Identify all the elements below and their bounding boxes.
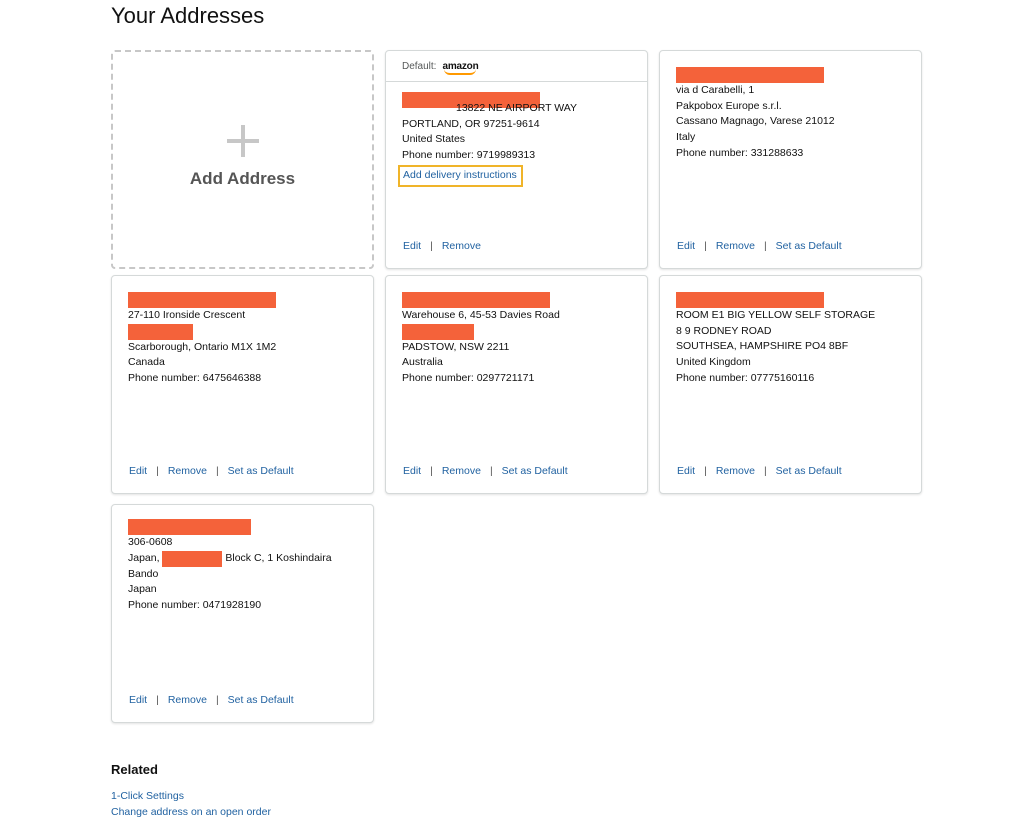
set-as-default-link[interactable]: Set as Default <box>228 465 294 477</box>
address-card-default: Default: amazon 13822 NE AIRPORT WAY POR… <box>385 50 648 269</box>
edit-link[interactable]: Edit <box>403 240 421 252</box>
address-line: United Kingdom <box>676 356 751 369</box>
separator: | <box>704 465 707 477</box>
redacted-field <box>128 323 193 340</box>
address-actions: Edit | Remove | Set as Default <box>677 240 842 252</box>
address-line: Italy <box>676 131 696 144</box>
address-card-australia: Warehouse 6, 45-53 Davies Road PADSTOW, … <box>385 275 648 494</box>
default-label: Default: <box>402 60 437 72</box>
address-card-japan: 306-0608 Japan, Block C, 1 Koshindaira B… <box>111 504 374 723</box>
redacted-name <box>676 67 824 83</box>
change-address-open-order-link[interactable]: Change address on an open order <box>111 806 271 818</box>
remove-link[interactable]: Remove <box>716 465 755 477</box>
address-line: PORTLAND, OR 97251-9614 <box>402 117 540 130</box>
redacted-name <box>676 292 824 308</box>
address-line: Australia <box>402 356 443 369</box>
redacted-name <box>402 292 550 308</box>
address-block: via d Carabelli, 1 Pakpobox Europe s.r.l… <box>676 67 911 162</box>
set-as-default-link[interactable]: Set as Default <box>776 240 842 252</box>
address-line: Scarborough, Ontario M1X 1M2 <box>128 340 277 353</box>
separator: | <box>704 240 707 252</box>
address-line: Phone number: 331288633 <box>676 146 804 159</box>
set-as-default-link[interactable]: Set as Default <box>776 465 842 477</box>
separator: | <box>156 694 159 706</box>
edit-link[interactable]: Edit <box>129 694 147 706</box>
separator: | <box>215 694 219 706</box>
address-line: 8 9 RODNEY ROAD <box>676 324 772 337</box>
address-card-canada: 27-110 Ironside Crescent Scarborough, On… <box>111 275 374 494</box>
address-line: Phone number: 0471928190 <box>128 599 262 612</box>
address-line: 306-0608 <box>128 536 173 548</box>
address-block: 27-110 Ironside Crescent Scarborough, On… <box>128 292 363 387</box>
address-line: Japan, <box>128 551 160 564</box>
address-line: Phone number: 9719989313 <box>402 149 536 162</box>
address-line: ROOM E1 BIG YELLOW SELF STORAGE <box>676 309 876 321</box>
edit-link[interactable]: Edit <box>677 240 695 252</box>
related-heading: Related <box>111 762 158 777</box>
set-as-default-link[interactable]: Set as Default <box>228 694 294 706</box>
edit-link[interactable]: Edit <box>403 465 421 477</box>
address-line: 13822 NE AIRPORT WAY <box>456 102 577 114</box>
add-address-card[interactable]: Add Address <box>111 50 374 269</box>
redacted-field <box>402 323 474 340</box>
address-line: 27-110 Ironside Crescent <box>128 309 246 321</box>
set-as-default-link[interactable]: Set as Default <box>502 465 568 477</box>
delivery-instructions-highlight: Add delivery instructions <box>398 164 523 187</box>
address-block: 306-0608 Japan, Block C, 1 Koshindaira B… <box>128 519 363 614</box>
address-card-uk: ROOM E1 BIG YELLOW SELF STORAGE 8 9 RODN… <box>659 275 922 494</box>
address-line: Japan <box>128 583 157 596</box>
address-line: Phone number: 6475646388 <box>128 372 262 385</box>
redacted-name <box>128 519 251 535</box>
page-title: Your Addresses <box>111 3 265 28</box>
plus-icon <box>226 124 259 157</box>
separator: | <box>430 240 433 252</box>
address-line: Bando <box>128 567 159 580</box>
address-block: Warehouse 6, 45-53 Davies Road PADSTOW, … <box>402 292 637 387</box>
separator: | <box>430 465 433 477</box>
remove-link[interactable]: Remove <box>716 240 755 252</box>
add-delivery-instructions-link[interactable]: Add delivery instructions <box>403 169 517 181</box>
address-line: via d Carabelli, 1 <box>676 84 755 96</box>
address-line: PADSTOW, NSW 2211 <box>402 340 510 353</box>
separator: | <box>489 465 493 477</box>
address-line: Phone number: 0297721171 <box>402 372 535 385</box>
separator: | <box>763 465 767 477</box>
redacted-field <box>162 550 223 567</box>
remove-link[interactable]: Remove <box>168 694 207 706</box>
add-address-label: Add Address <box>189 168 296 188</box>
amazon-logo-icon: amazon <box>442 60 479 75</box>
address-actions: Edit | Remove <box>403 240 481 252</box>
separator: | <box>763 240 767 252</box>
remove-link[interactable]: Remove <box>168 465 207 477</box>
address-line: Phone number: 07775160116 <box>676 371 815 384</box>
address-line: Cassano Magnago, Varese 21012 <box>676 115 835 128</box>
address-line: SOUTHSEA, HAMPSHIRE PO4 8BF <box>676 340 849 353</box>
address-actions: Edit | Remove | Set as Default <box>677 465 842 477</box>
address-line: Canada <box>128 356 165 369</box>
remove-link[interactable]: Remove <box>442 240 481 252</box>
address-line: United States <box>402 133 466 146</box>
remove-link[interactable]: Remove <box>442 465 481 477</box>
separator: | <box>156 465 159 477</box>
address-block: 13822 NE AIRPORT WAY PORTLAND, OR 97251-… <box>398 92 637 187</box>
default-header: Default: amazon <box>386 51 647 82</box>
one-click-settings-link[interactable]: 1-Click Settings <box>111 790 184 802</box>
address-line: Warehouse 6, 45-53 Davies Road <box>402 309 560 321</box>
address-line: Block C, 1 Koshindaira <box>225 551 332 564</box>
address-card-italy: via d Carabelli, 1 Pakpobox Europe s.r.l… <box>659 50 922 269</box>
address-actions: Edit | Remove | Set as Default <box>129 694 294 706</box>
address-line: Pakpobox Europe s.r.l. <box>676 99 782 112</box>
address-actions: Edit | Remove | Set as Default <box>403 465 568 477</box>
edit-link[interactable]: Edit <box>129 465 147 477</box>
separator: | <box>215 465 219 477</box>
address-actions: Edit | Remove | Set as Default <box>129 465 294 477</box>
edit-link[interactable]: Edit <box>677 465 695 477</box>
address-block: ROOM E1 BIG YELLOW SELF STORAGE 8 9 RODN… <box>676 292 911 387</box>
redacted-name <box>128 292 276 308</box>
